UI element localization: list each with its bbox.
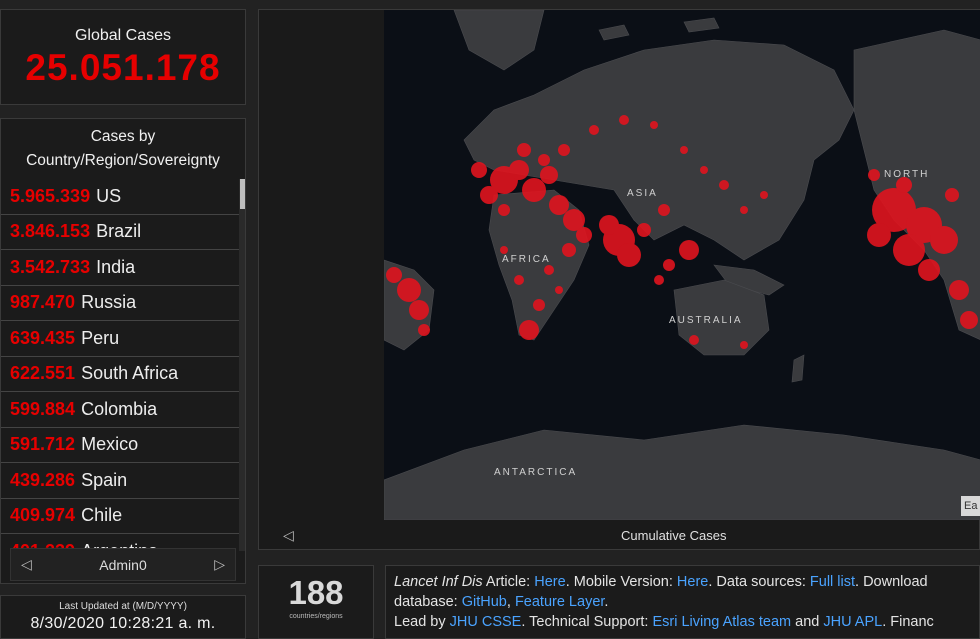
country-name: India [96, 256, 136, 277]
info-line-1: Lancet Inf Dis Article: Here. Mobile Ver… [394, 574, 928, 590]
country-name: Colombia [81, 398, 158, 419]
global-cases-panel: Global Cases 25.051.178 [0, 9, 246, 105]
map-label-asia: ASIA [627, 188, 658, 199]
country-cases: 439.286 [10, 469, 76, 490]
country-name: South Africa [81, 363, 179, 384]
feature-layer-link[interactable]: Feature Layer [515, 594, 604, 610]
country-row[interactable]: 639.435 Peru [1, 321, 239, 357]
country-cases: 622.551 [10, 363, 76, 384]
map-footer: ◁ Cumulative Cases [259, 520, 980, 551]
country-name: Russia [81, 292, 137, 313]
article-link[interactable]: Here [534, 574, 565, 590]
country-cases: 409.974 [10, 505, 76, 526]
country-row[interactable]: 987.470 Russia [1, 286, 239, 321]
world-map-svg: ASIA AFRICA AUSTRALIA ANTARCTICA NORTH [384, 10, 980, 520]
last-updated-label: Last Updated at (M/D/YYYY) [59, 601, 187, 612]
country-name: Chile [81, 505, 123, 526]
country-cases: 639.435 [10, 327, 76, 348]
map-label-north: NORTH [884, 169, 929, 180]
country-name: Mexico [81, 434, 139, 455]
country-row[interactable]: 3.542.733 India [1, 250, 239, 286]
next-arrow-icon[interactable]: ▷ [214, 556, 225, 573]
map-label-africa: AFRICA [502, 254, 551, 265]
country-row[interactable]: 3.846.153 Brazil [1, 215, 239, 250]
map-panel: ASIA AFRICA AUSTRALIA ANTARCTICA NORTH E… [258, 9, 980, 550]
prev-arrow-icon[interactable]: ◁ [21, 556, 32, 573]
cases-by-country-panel: Cases by Country/Region/Sovereignty 5.96… [0, 118, 246, 584]
country-row[interactable]: 599.884 Colombia [1, 392, 239, 428]
info-line-2: database: GitHub, Feature Layer. [394, 594, 609, 610]
github-link[interactable]: GitHub [462, 594, 507, 610]
info-line-3: Lead by JHU CSSE. Technical Support: Esr… [394, 614, 934, 630]
jhu-csse-link[interactable]: JHU CSSE [450, 614, 522, 630]
map-prev-arrow-icon[interactable]: ◁ [283, 527, 294, 544]
country-row[interactable]: 409.974 Chile [1, 499, 239, 534]
country-name: Peru [81, 327, 120, 348]
country-list-scrollbar[interactable] [239, 179, 245, 551]
last-updated-panel: Last Updated at (M/D/YYYY) 8/30/2020 10:… [0, 595, 246, 639]
country-cases: 5.965.339 [10, 185, 91, 206]
country-list[interactable]: 5.965.339 US 3.846.153 Brazil 3.542.733 India… [1, 179, 239, 553]
cases-by-country-title: Cases by Country/Region/Sovereignty [26, 128, 220, 169]
global-cases-title: Global Cases [74, 27, 172, 44]
map-label-australia: AUSTRALIA [669, 315, 743, 326]
esri-link[interactable]: Esri Living Atlas team [652, 614, 791, 630]
country-name: Brazil [96, 221, 142, 242]
global-cases-value: 25.051.178 [25, 47, 221, 88]
map-attribution[interactable]: Ea [961, 496, 980, 516]
country-row[interactable]: 622.551 South Africa [1, 357, 239, 392]
country-row[interactable]: 591.712 Mexico [1, 428, 239, 463]
map-caption: Cumulative Cases [621, 528, 727, 543]
mobile-version-link[interactable]: Here [677, 574, 708, 590]
countries-count-value: 188 [288, 574, 344, 611]
countries-count-label: countries/regions [289, 613, 343, 620]
map-label-antarctica: ANTARCTICA [494, 467, 577, 478]
country-list-nav: ◁ Admin0 ▷ [10, 548, 236, 581]
country-cases: 599.884 [10, 398, 76, 419]
country-name: Spain [81, 469, 128, 490]
last-updated-value: 8/30/2020 10:28:21 a. m. [30, 615, 216, 632]
country-cases: 591.712 [10, 434, 76, 455]
country-cases: 987.470 [10, 292, 76, 313]
country-cases: 3.542.733 [10, 256, 91, 277]
jhu-apl-link[interactable]: JHU APL [823, 614, 882, 630]
full-list-link[interactable]: Full list [810, 574, 855, 590]
country-cases: 3.846.153 [10, 221, 91, 242]
country-name: US [96, 185, 122, 206]
info-panel: Lancet Inf Dis Article: Here. Mobile Ver… [385, 565, 980, 639]
country-row[interactable]: 5.965.339 US [1, 179, 239, 215]
countries-count-panel: 188 countries/regions [258, 565, 374, 639]
list-nav-label: Admin0 [99, 556, 147, 573]
country-list-scroll-thumb[interactable] [240, 179, 245, 209]
world-map[interactable]: ASIA AFRICA AUSTRALIA ANTARCTICA NORTH E… [384, 10, 980, 520]
country-row[interactable]: 439.286 Spain [1, 463, 239, 499]
